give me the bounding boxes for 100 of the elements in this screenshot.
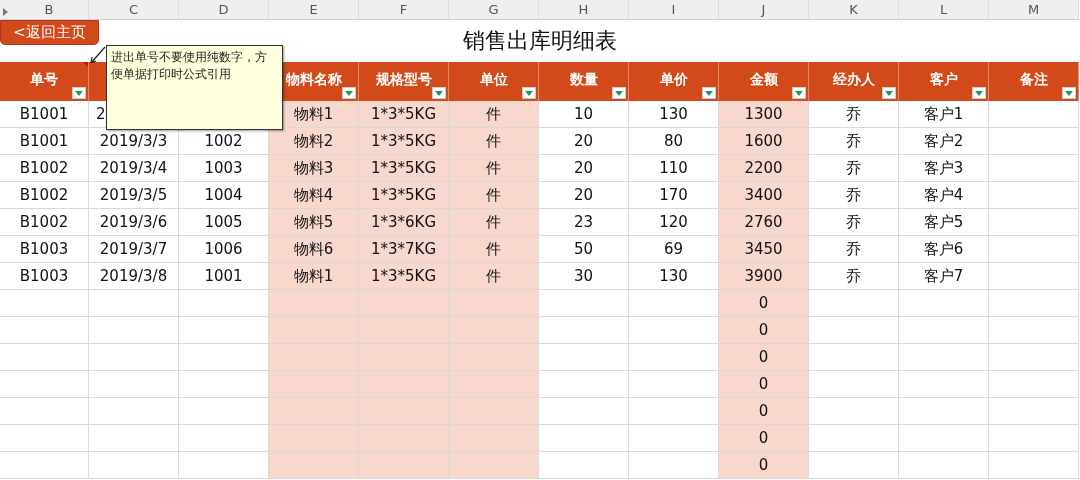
header-label: 备注 bbox=[1019, 70, 1048, 89]
table-cell: 物料3 bbox=[269, 155, 359, 182]
table-cell: 0 bbox=[719, 317, 809, 344]
table-cell: 乔 bbox=[809, 155, 899, 182]
table-cell: 客户1 bbox=[899, 101, 989, 128]
table-cell: 1*3*6KG bbox=[359, 209, 449, 236]
back-button[interactable]: <返回主页 bbox=[0, 20, 99, 45]
table-cell: 0 bbox=[719, 425, 809, 452]
table-cell: 客户4 bbox=[899, 182, 989, 209]
table-cell: 2019/3/8 bbox=[89, 263, 179, 290]
table-cell: 件 bbox=[449, 128, 539, 155]
table-cell: 23 bbox=[539, 209, 629, 236]
table-cell: 20 bbox=[539, 182, 629, 209]
table-cell: 10 bbox=[539, 101, 629, 128]
filter-button[interactable] bbox=[882, 87, 896, 99]
table-cell: 50 bbox=[539, 236, 629, 263]
table-cell: 物料2 bbox=[269, 128, 359, 155]
table-cell: B1001 bbox=[0, 128, 89, 155]
column-header[interactable]: I bbox=[629, 0, 719, 20]
column-header[interactable]: E bbox=[269, 0, 359, 20]
table-cell: 3400 bbox=[719, 182, 809, 209]
table-cell: 乔 bbox=[809, 209, 899, 236]
table-cell: 2019/3/6 bbox=[89, 209, 179, 236]
table-cell: 20 bbox=[539, 155, 629, 182]
header-label: 金额 bbox=[749, 70, 778, 89]
table-cell: 1600 bbox=[719, 128, 809, 155]
sheet-title: 销售出库明细表 bbox=[462, 27, 617, 55]
filter-button[interactable] bbox=[522, 87, 536, 99]
table-cell: 2019/3/5 bbox=[89, 182, 179, 209]
table-cell: B1002 bbox=[0, 182, 89, 209]
table-cell: 件 bbox=[449, 236, 539, 263]
header-label: 规格型号 bbox=[375, 70, 432, 89]
table-cell: 物料6 bbox=[269, 236, 359, 263]
table-cell: 1*3*5KG bbox=[359, 155, 449, 182]
table-cell: 客户3 bbox=[899, 155, 989, 182]
table-cell: 物料4 bbox=[269, 182, 359, 209]
filter-button[interactable] bbox=[432, 87, 446, 99]
table-cell: B1002 bbox=[0, 155, 89, 182]
table-cell: 乔 bbox=[809, 101, 899, 128]
table-cell: 件 bbox=[449, 155, 539, 182]
column-header[interactable]: J bbox=[719, 0, 809, 20]
table-cell: 件 bbox=[449, 101, 539, 128]
table-cell: 30 bbox=[539, 263, 629, 290]
table-cell: 0 bbox=[719, 452, 809, 479]
table-cell: 0 bbox=[719, 290, 809, 317]
table-cell: 乔 bbox=[809, 128, 899, 155]
column-header[interactable]: F bbox=[359, 0, 449, 20]
column-header[interactable]: C bbox=[89, 0, 179, 20]
column-header[interactable]: K bbox=[809, 0, 899, 20]
table-cell: B1003 bbox=[0, 236, 89, 263]
table-cell: 客户5 bbox=[899, 209, 989, 236]
table-cell: B1001 bbox=[0, 101, 89, 128]
table-cell: 物料1 bbox=[269, 263, 359, 290]
header-label: 物料名称 bbox=[285, 70, 342, 89]
table-cell: 客户2 bbox=[899, 128, 989, 155]
leader-line bbox=[90, 46, 106, 64]
table-cell: 客户7 bbox=[899, 263, 989, 290]
table-cell: 客户6 bbox=[899, 236, 989, 263]
filter-button[interactable] bbox=[342, 87, 356, 99]
header-label: 单号 bbox=[30, 70, 58, 89]
table-cell: 0 bbox=[719, 398, 809, 425]
table-cell: 0 bbox=[719, 344, 809, 371]
table-cell: 3450 bbox=[719, 236, 809, 263]
table-cell: 乔 bbox=[809, 182, 899, 209]
column-header[interactable]: D bbox=[179, 0, 269, 20]
table-cell: 1*3*5KG bbox=[359, 101, 449, 128]
table-cell: 3900 bbox=[719, 263, 809, 290]
table-cell: 1*3*5KG bbox=[359, 263, 449, 290]
table-cell: 1*3*5KG bbox=[359, 182, 449, 209]
comment-tooltip: 进出单号不要使用纯数字，方便单据打印时公式引用 bbox=[106, 45, 283, 130]
table-cell: 乔 bbox=[809, 263, 899, 290]
table-cell: 2200 bbox=[719, 155, 809, 182]
table-cell: 2760 bbox=[719, 209, 809, 236]
column-header[interactable]: H bbox=[539, 0, 629, 20]
header-label: 客户 bbox=[929, 70, 958, 89]
header-label: 单价 bbox=[659, 70, 688, 89]
table-cell: 1*3*7KG bbox=[359, 236, 449, 263]
table-cell: 2019/3/4 bbox=[89, 155, 179, 182]
table-cell: 0 bbox=[719, 371, 809, 398]
filter-button[interactable] bbox=[702, 87, 716, 99]
filter-button[interactable] bbox=[1062, 87, 1076, 99]
column-header[interactable]: M bbox=[989, 0, 1079, 20]
header-label: 数量 bbox=[569, 70, 598, 89]
table-cell: 件 bbox=[449, 209, 539, 236]
table-cell: 2019/3/7 bbox=[89, 236, 179, 263]
table-cell: B1002 bbox=[0, 209, 89, 236]
table-cell: 件 bbox=[449, 182, 539, 209]
filter-button[interactable] bbox=[612, 87, 626, 99]
filter-button[interactable] bbox=[972, 87, 986, 99]
filter-button[interactable] bbox=[72, 87, 86, 99]
column-header[interactable]: G bbox=[449, 0, 539, 20]
table-cell: 件 bbox=[449, 263, 539, 290]
table-cell: 物料5 bbox=[269, 209, 359, 236]
column-header[interactable]: B bbox=[10, 0, 89, 20]
table-cell: B1003 bbox=[0, 263, 89, 290]
filter-button[interactable] bbox=[792, 87, 806, 99]
header-label: 单位 bbox=[479, 70, 508, 89]
table-cell: 1300 bbox=[719, 101, 809, 128]
column-header[interactable]: L bbox=[899, 0, 989, 20]
table-cell: 20 bbox=[539, 128, 629, 155]
